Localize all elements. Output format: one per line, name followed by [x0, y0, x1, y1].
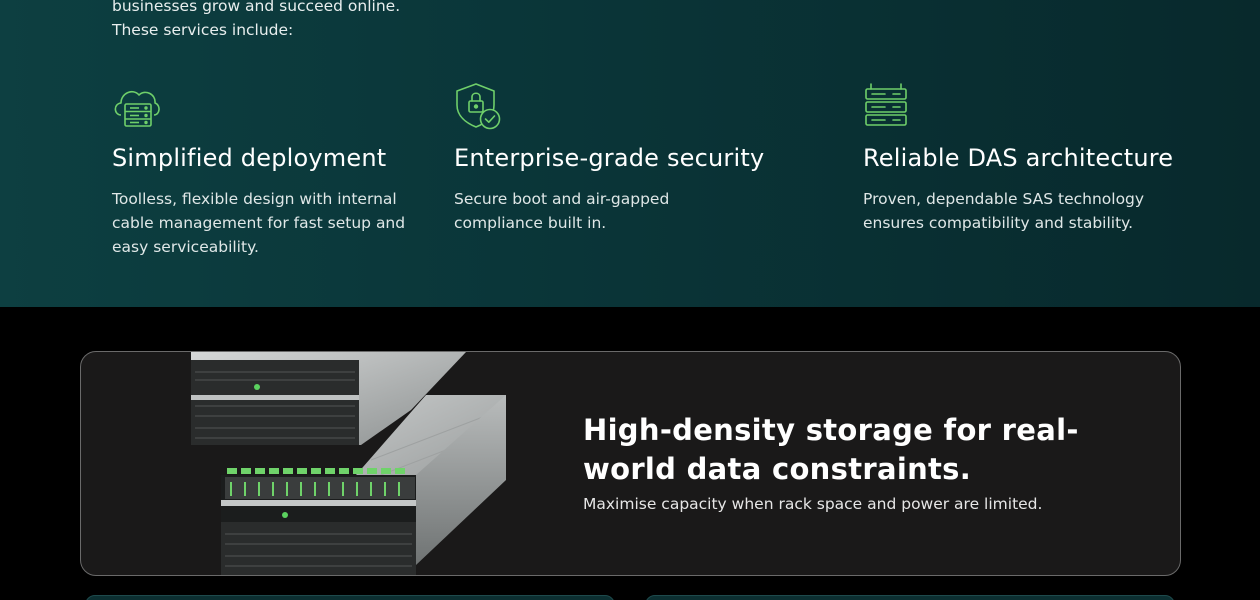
high-density-storage-card: High-density storage for real-world data… — [80, 351, 1181, 576]
feature-simplified-deployment: Simplified deployment Toolless, flexible… — [112, 82, 405, 256]
highlight-section: High-density storage for real-world data… — [0, 307, 1260, 600]
storage-server-image — [191, 352, 506, 575]
feature-description: Secure boot and air-gapped compliance bu… — [454, 190, 670, 232]
services-intro: businesses grow and succeed online. Thes… — [112, 0, 442, 42]
card-title: High-density storage for real-world data… — [583, 413, 1079, 486]
card-subtitle: Maximise capacity when rack space and po… — [583, 495, 1043, 513]
intro-line-2: These services include: — [112, 21, 294, 39]
feature-description: Proven, dependable SAS technology ensure… — [863, 190, 1145, 232]
cloud-server-icon — [114, 91, 160, 127]
services-section: businesses grow and succeed online. Thes… — [0, 0, 1260, 307]
feature-title: Simplified deployment — [112, 144, 387, 172]
feature-title: Enterprise-grade security — [454, 144, 765, 172]
feature-enterprise-security: Enterprise-grade security Secure boot an… — [454, 82, 764, 232]
server-stack-icon — [865, 83, 907, 126]
shield-lock-check-icon — [456, 83, 501, 130]
next-card-right-edge — [645, 595, 1175, 600]
next-card-left-edge — [85, 595, 615, 600]
intro-line-1: businesses grow and succeed online. — [112, 0, 401, 15]
feature-description: Toolless, flexible design with internal … — [112, 190, 406, 256]
feature-reliable-das: Reliable DAS architecture Proven, depend… — [863, 82, 1173, 232]
feature-title: Reliable DAS architecture — [863, 144, 1174, 172]
